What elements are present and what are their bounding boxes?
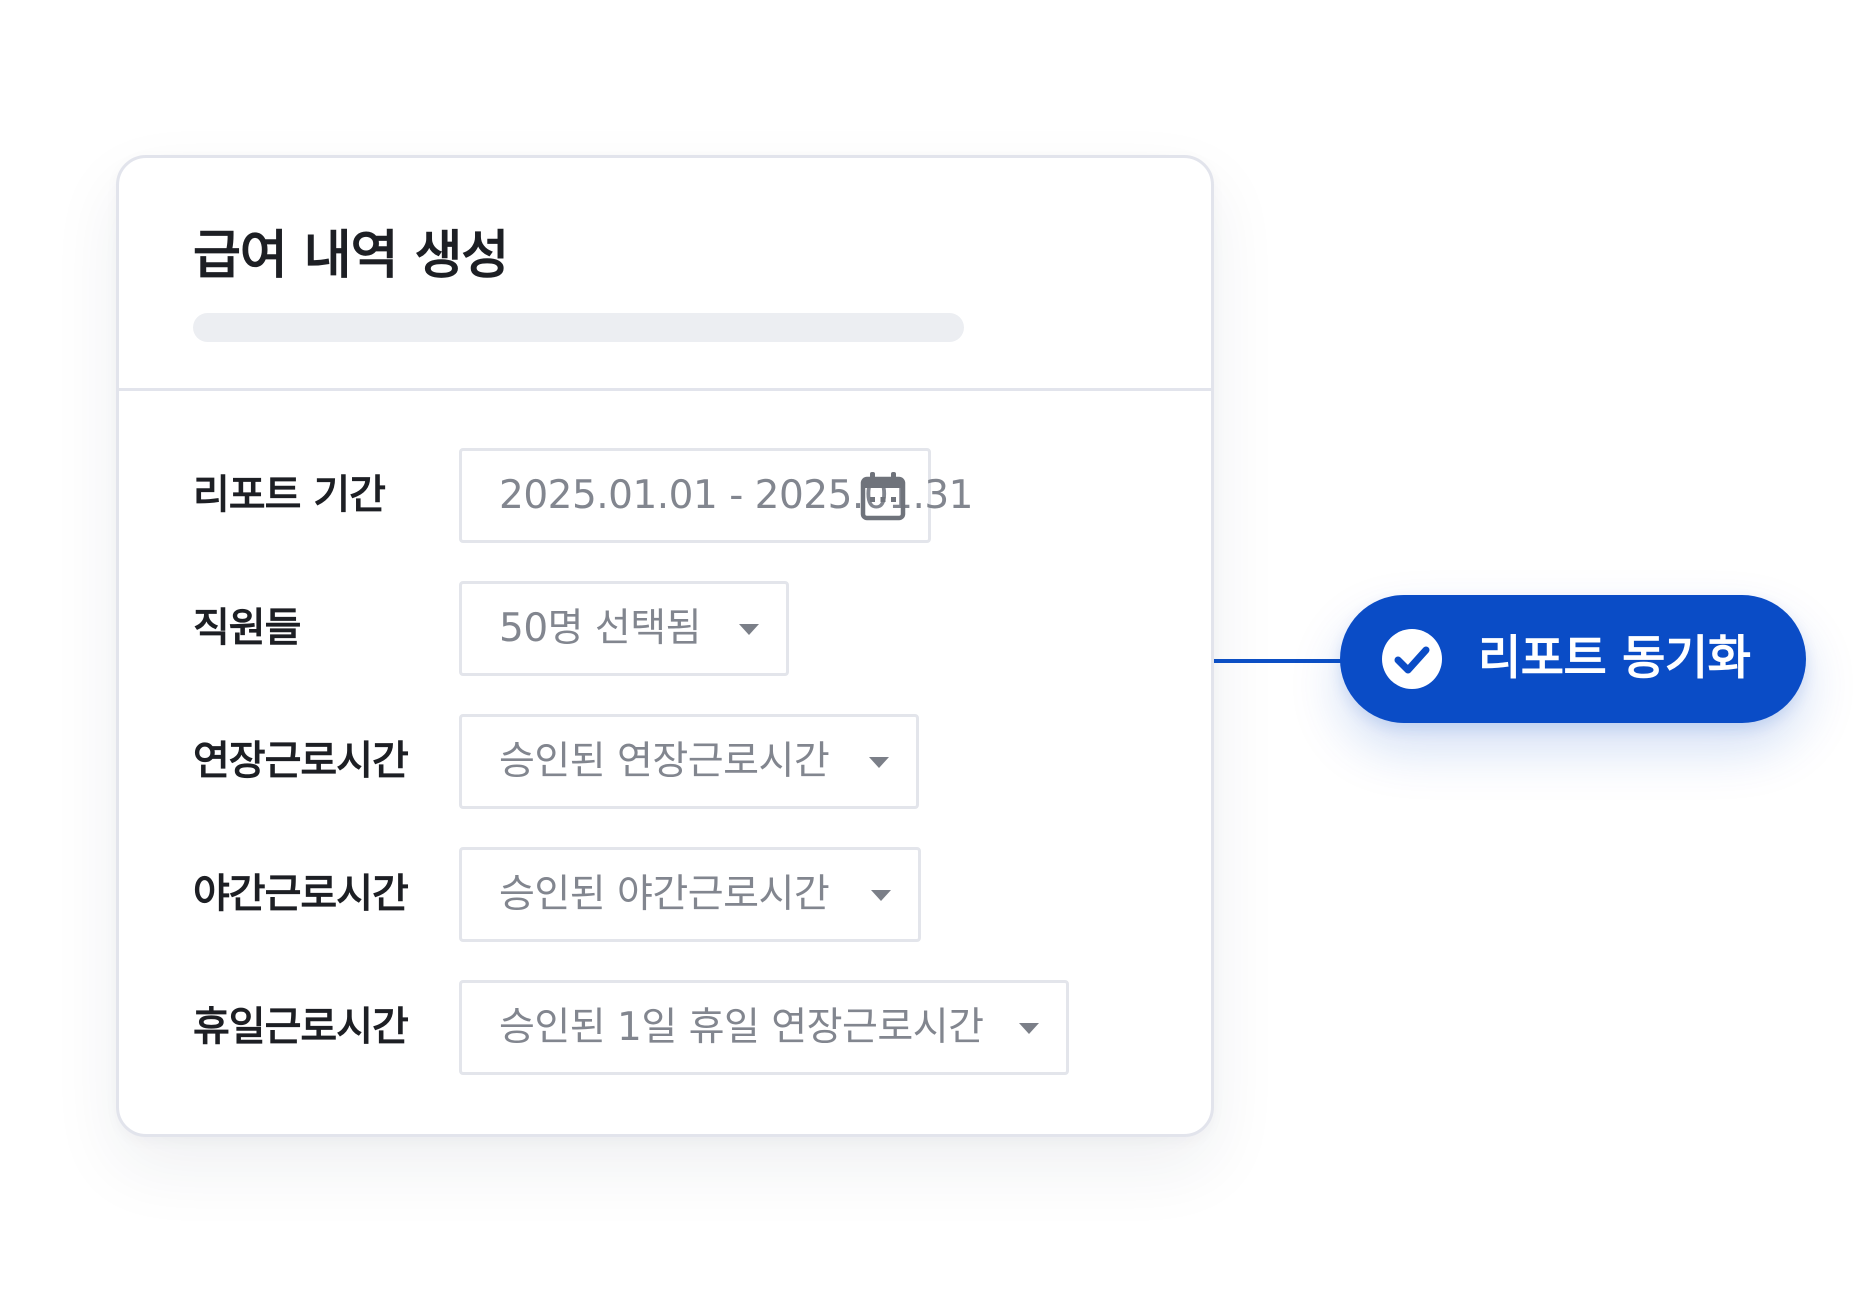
employees-selected-value: 50명 선택됨: [499, 606, 702, 651]
night-hours-dropdown[interactable]: 승인된 야간근로시간: [459, 847, 921, 942]
overtime-hours-dropdown[interactable]: 승인된 연장근로시간: [459, 714, 919, 809]
calendar-icon[interactable]: [860, 471, 906, 521]
sync-connector-line: [1214, 659, 1354, 663]
check-circle-icon: [1382, 629, 1442, 689]
holiday-hours-selected-value: 승인된 1일 휴일 연장근로시간: [499, 1005, 984, 1050]
sync-report-button[interactable]: 리포트 동기화: [1340, 595, 1806, 723]
employees-label: 직원들: [193, 605, 301, 651]
caret-down-icon: [739, 624, 759, 635]
overtime-hours-selected-value: 승인된 연장근로시간: [499, 739, 830, 784]
sync-report-label: 리포트 동기화: [1478, 631, 1751, 686]
form-row-overtime-hours: 연장근로시간 승인된 연장근로시간: [119, 714, 1211, 809]
report-period-label: 리포트 기간: [193, 472, 386, 518]
form-row-employees: 직원들 50명 선택됨: [119, 581, 1211, 676]
form-row-holiday-hours: 휴일근로시간 승인된 1일 휴일 연장근로시간: [119, 980, 1211, 1075]
employees-dropdown[interactable]: 50명 선택됨: [459, 581, 789, 676]
caret-down-icon: [1019, 1023, 1039, 1034]
report-period-date-range-input[interactable]: 2025.01.01 - 2025.01.31: [459, 448, 973, 543]
description-placeholder-bar: [193, 313, 964, 342]
holiday-hours-label: 휴일근로시간: [193, 1004, 409, 1050]
header-divider: [119, 388, 1211, 391]
holiday-hours-dropdown[interactable]: 승인된 1일 휴일 연장근로시간: [459, 980, 1069, 1075]
night-hours-selected-value: 승인된 야간근로시간: [499, 872, 830, 917]
overtime-hours-label: 연장근로시간: [193, 738, 409, 784]
form-row-report-period: 리포트 기간 2025.01.01 - 2025.01.31: [119, 448, 1211, 543]
night-hours-label: 야간근로시간: [193, 871, 409, 917]
card-title: 급여 내역 생성: [193, 226, 509, 286]
payroll-report-card: 급여 내역 생성 리포트 기간 2025.01.01 - 2025.01.31 …: [116, 155, 1214, 1137]
caret-down-icon: [871, 890, 891, 901]
caret-down-icon: [869, 757, 889, 768]
form-row-night-hours: 야간근로시간 승인된 야간근로시간: [119, 847, 1211, 942]
